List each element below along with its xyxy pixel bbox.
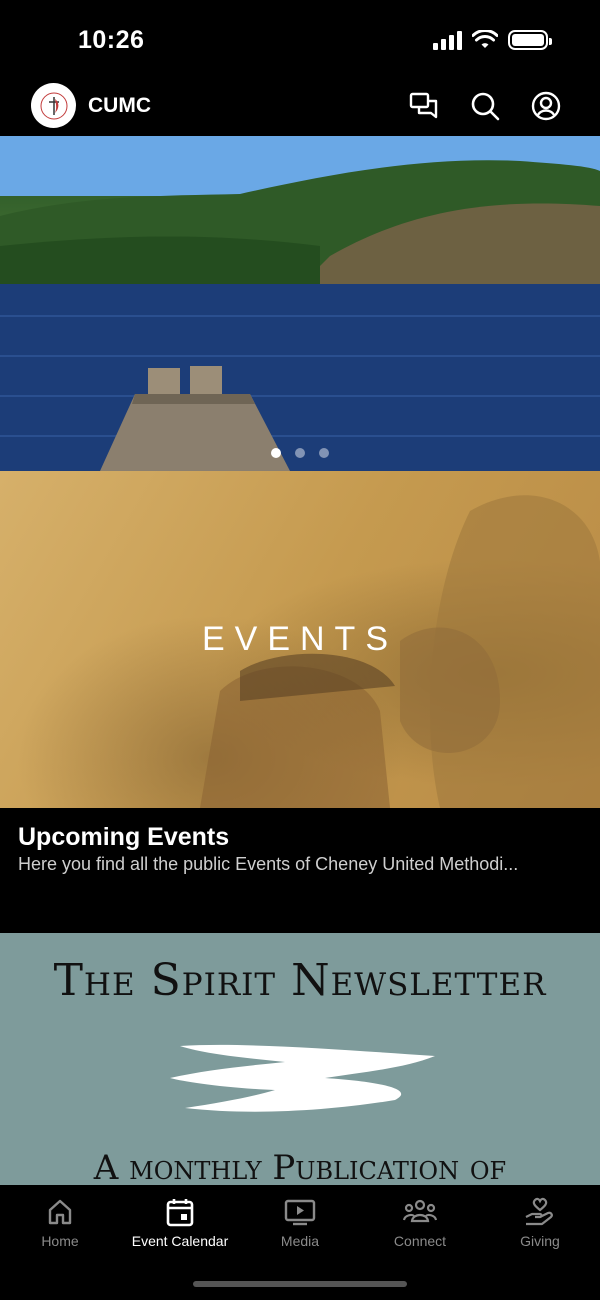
- tab-event-calendar[interactable]: Event Calendar: [120, 1195, 240, 1249]
- tab-label: Media: [280, 1233, 320, 1249]
- people-icon: [360, 1195, 480, 1229]
- church-logo[interactable]: [31, 83, 76, 128]
- giving-icon: [480, 1195, 600, 1229]
- carousel-indicator[interactable]: [0, 448, 600, 458]
- carousel-dot[interactable]: [271, 448, 281, 458]
- tab-label: Home: [41, 1233, 79, 1249]
- events-image-text: EVENTS: [201, 620, 399, 658]
- tab-connect[interactable]: Connect: [360, 1195, 480, 1249]
- calendar-icon: [120, 1195, 240, 1229]
- cross-flame-icon: [40, 92, 67, 119]
- status-time: 10:26: [78, 26, 145, 54]
- card-description: Here you find all the public Events of C…: [18, 854, 519, 874]
- signal-icon: [433, 30, 462, 50]
- tab-giving[interactable]: Giving: [480, 1195, 600, 1249]
- tab-label: Connect: [393, 1233, 447, 1249]
- newsletter-subtitle: A monthly Publication of: [93, 1148, 507, 1185]
- carousel-dot[interactable]: [319, 448, 329, 458]
- app-header: CUMC: [0, 80, 600, 136]
- newsletter-title: The Spirit Newsletter: [53, 955, 547, 1006]
- hero-carousel[interactable]: [0, 136, 600, 471]
- carousel-dot[interactable]: [295, 448, 305, 458]
- tab-label: Giving: [520, 1233, 560, 1249]
- wifi-icon: [472, 30, 498, 48]
- battery-icon: [508, 30, 552, 50]
- tab-media[interactable]: Media: [240, 1195, 360, 1249]
- chat-icon[interactable]: [408, 90, 440, 122]
- profile-icon[interactable]: [530, 90, 562, 122]
- brush-stroke-decoration: [170, 1044, 435, 1112]
- app-title: CUMC: [88, 94, 151, 117]
- card-title[interactable]: Upcoming Events: [18, 823, 229, 852]
- status-bar: 10:26: [0, 0, 600, 80]
- media-icon: [240, 1195, 360, 1229]
- newsletter-card[interactable]: The Spirit Newsletter A monthly Publicat…: [0, 933, 600, 1185]
- tab-label: Event Calendar: [131, 1233, 229, 1249]
- home-indicator[interactable]: [193, 1281, 407, 1287]
- search-icon[interactable]: [469, 90, 501, 122]
- lake-dock-photo: [0, 136, 600, 471]
- tab-home[interactable]: Home: [0, 1195, 120, 1249]
- home-icon: [0, 1195, 120, 1229]
